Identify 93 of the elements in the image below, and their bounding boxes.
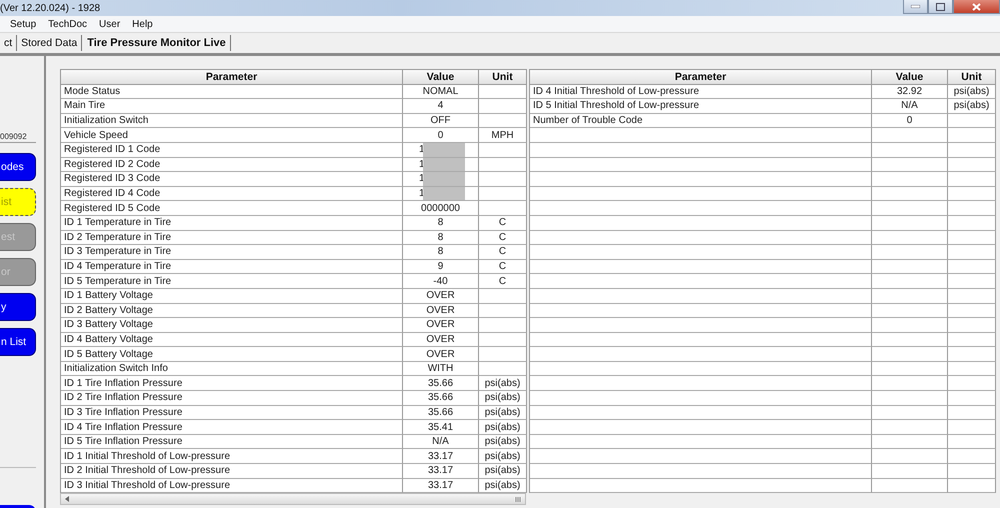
table-cell: ID 1 Tire Inflation Pressure [61,376,403,392]
table-cell: psi(abs) [948,99,996,114]
table-cell: ID 2 Battery Voltage [61,304,403,318]
menu-item[interactable]: Setup [10,18,36,30]
sidebar-button[interactable]: odes [0,153,36,181]
left-arrow-icon[interactable] [65,496,69,502]
table-cell: C [479,216,527,231]
table-cell: N/A [872,99,948,114]
table-cell: psi(abs) [479,406,527,420]
table-cell: NOMAL [403,84,479,100]
table-cell: ID 1 Battery Voltage [61,288,403,304]
table-cell: Registered ID 4 Code [61,186,403,202]
table-cell: ID 4 Battery Voltage [61,332,403,348]
table-cell: OVER [403,347,479,362]
table-cell: C [479,245,527,260]
table-cell: OVER [403,304,479,318]
table-cell: psi(abs) [948,84,996,100]
table-cell: 8 [403,245,479,260]
table-cell: C [479,274,527,289]
menu-item[interactable]: User [99,18,120,30]
table-cell: 9 [403,260,479,274]
table-cell: Initialization Switch [61,114,403,128]
column-header: Parameter [530,70,872,85]
table-cell: psi(abs) [479,434,527,450]
table-cell: ID 3 Battery Voltage [61,318,403,333]
column-header: Value [403,70,479,85]
horizontal-scrollbar[interactable] [60,493,526,505]
table-cell: 35.41 [403,420,479,435]
table-cell: ID 4 Temperature in Tire [61,260,403,274]
table-cell: psi(abs) [479,449,527,464]
table-cell: ID 1 Initial Threshold of Low-pressure [61,449,403,464]
table-cell: 32.92 [872,84,948,100]
table-cell: OVER [403,332,479,348]
table-cell: Main Tire [61,99,403,114]
table-cell: psi(abs) [479,420,527,435]
table-cell: psi(abs) [479,464,527,479]
table-cell: Vehicle Speed [61,128,403,143]
table-cell: C [479,230,527,246]
table-cell: ID 2 Initial Threshold of Low-pressure [61,464,403,479]
close-icon[interactable] [953,0,1000,14]
table-cell: ID 3 Tire Inflation Pressure [61,406,403,420]
column-header: Unit [948,70,996,85]
table-cell: ID 4 Tire Inflation Pressure [61,420,403,435]
table-cell: 35.66 [403,406,479,420]
table-cell: ID 5 Initial Threshold of Low-pressure [530,99,872,114]
tab[interactable]: Tire Pressure Monitor Live [82,35,231,51]
table-cell: 35.66 [403,391,479,406]
table-cell: psi(abs) [479,376,527,392]
sidebar-button[interactable]: n List [0,328,36,356]
grip-icon [515,496,521,502]
table-cell: psi(abs) [479,391,527,406]
menu-item[interactable]: TechDoc [48,18,88,30]
table-cell: C [479,260,527,274]
maximize-icon[interactable] [928,0,953,14]
tab[interactable]: ct [0,35,18,51]
table-cell: 35.66 [403,376,479,392]
table-cell: 8 [403,216,479,231]
table-cell: MPH [479,128,527,143]
table-cell: ID 5 Tire Inflation Pressure [61,434,403,450]
sidebar-button[interactable]: y [0,293,36,321]
table-cell: 0000000 [403,201,479,216]
column-header: Value [872,70,948,85]
column-header: Parameter [61,70,403,85]
table-cell: Number of Trouble Code [530,114,872,128]
table-cell: 33.17 [403,464,479,479]
table-cell: Initialization Switch Info [61,362,403,376]
table-cell: 0 [872,114,948,128]
window-title: (Ver 12.20.024) - 1928 [0,2,100,14]
table-cell: OVER [403,288,479,304]
table-cell: ID 1 Temperature in Tire [61,216,403,231]
table-cell: OFF [403,114,479,128]
id-field: 009092 [0,132,36,143]
table-cell: Registered ID 1 Code [61,142,403,158]
table-cell: ID 2 Tire Inflation Pressure [61,391,403,406]
table-cell: ID 5 Temperature in Tire [61,274,403,289]
table-cell: OVER [403,318,479,333]
table-cell: ID 5 Battery Voltage [61,347,403,362]
menu-item[interactable]: Help [132,18,153,30]
table-cell: -40 [403,274,479,289]
table-cell: ID 4 Initial Threshold of Low-pressure [530,84,872,100]
table-cell: 33.17 [403,449,479,464]
tab[interactable]: Stored Data [17,35,82,51]
table-cell: WITH [403,362,479,376]
column-header: Unit [479,70,527,85]
table-cell: 4 [403,99,479,114]
table-cell: ID 2 Temperature in Tire [61,230,403,246]
table-cell: Registered ID 5 Code [61,201,403,216]
table-cell: Mode Status [61,84,403,100]
table-cell: Registered ID 2 Code [61,158,403,172]
table-cell: 8 [403,230,479,246]
table-cell: Registered ID 3 Code [61,172,403,187]
table-cell: N/A [403,434,479,450]
table-cell: ID 3 Temperature in Tire [61,245,403,260]
